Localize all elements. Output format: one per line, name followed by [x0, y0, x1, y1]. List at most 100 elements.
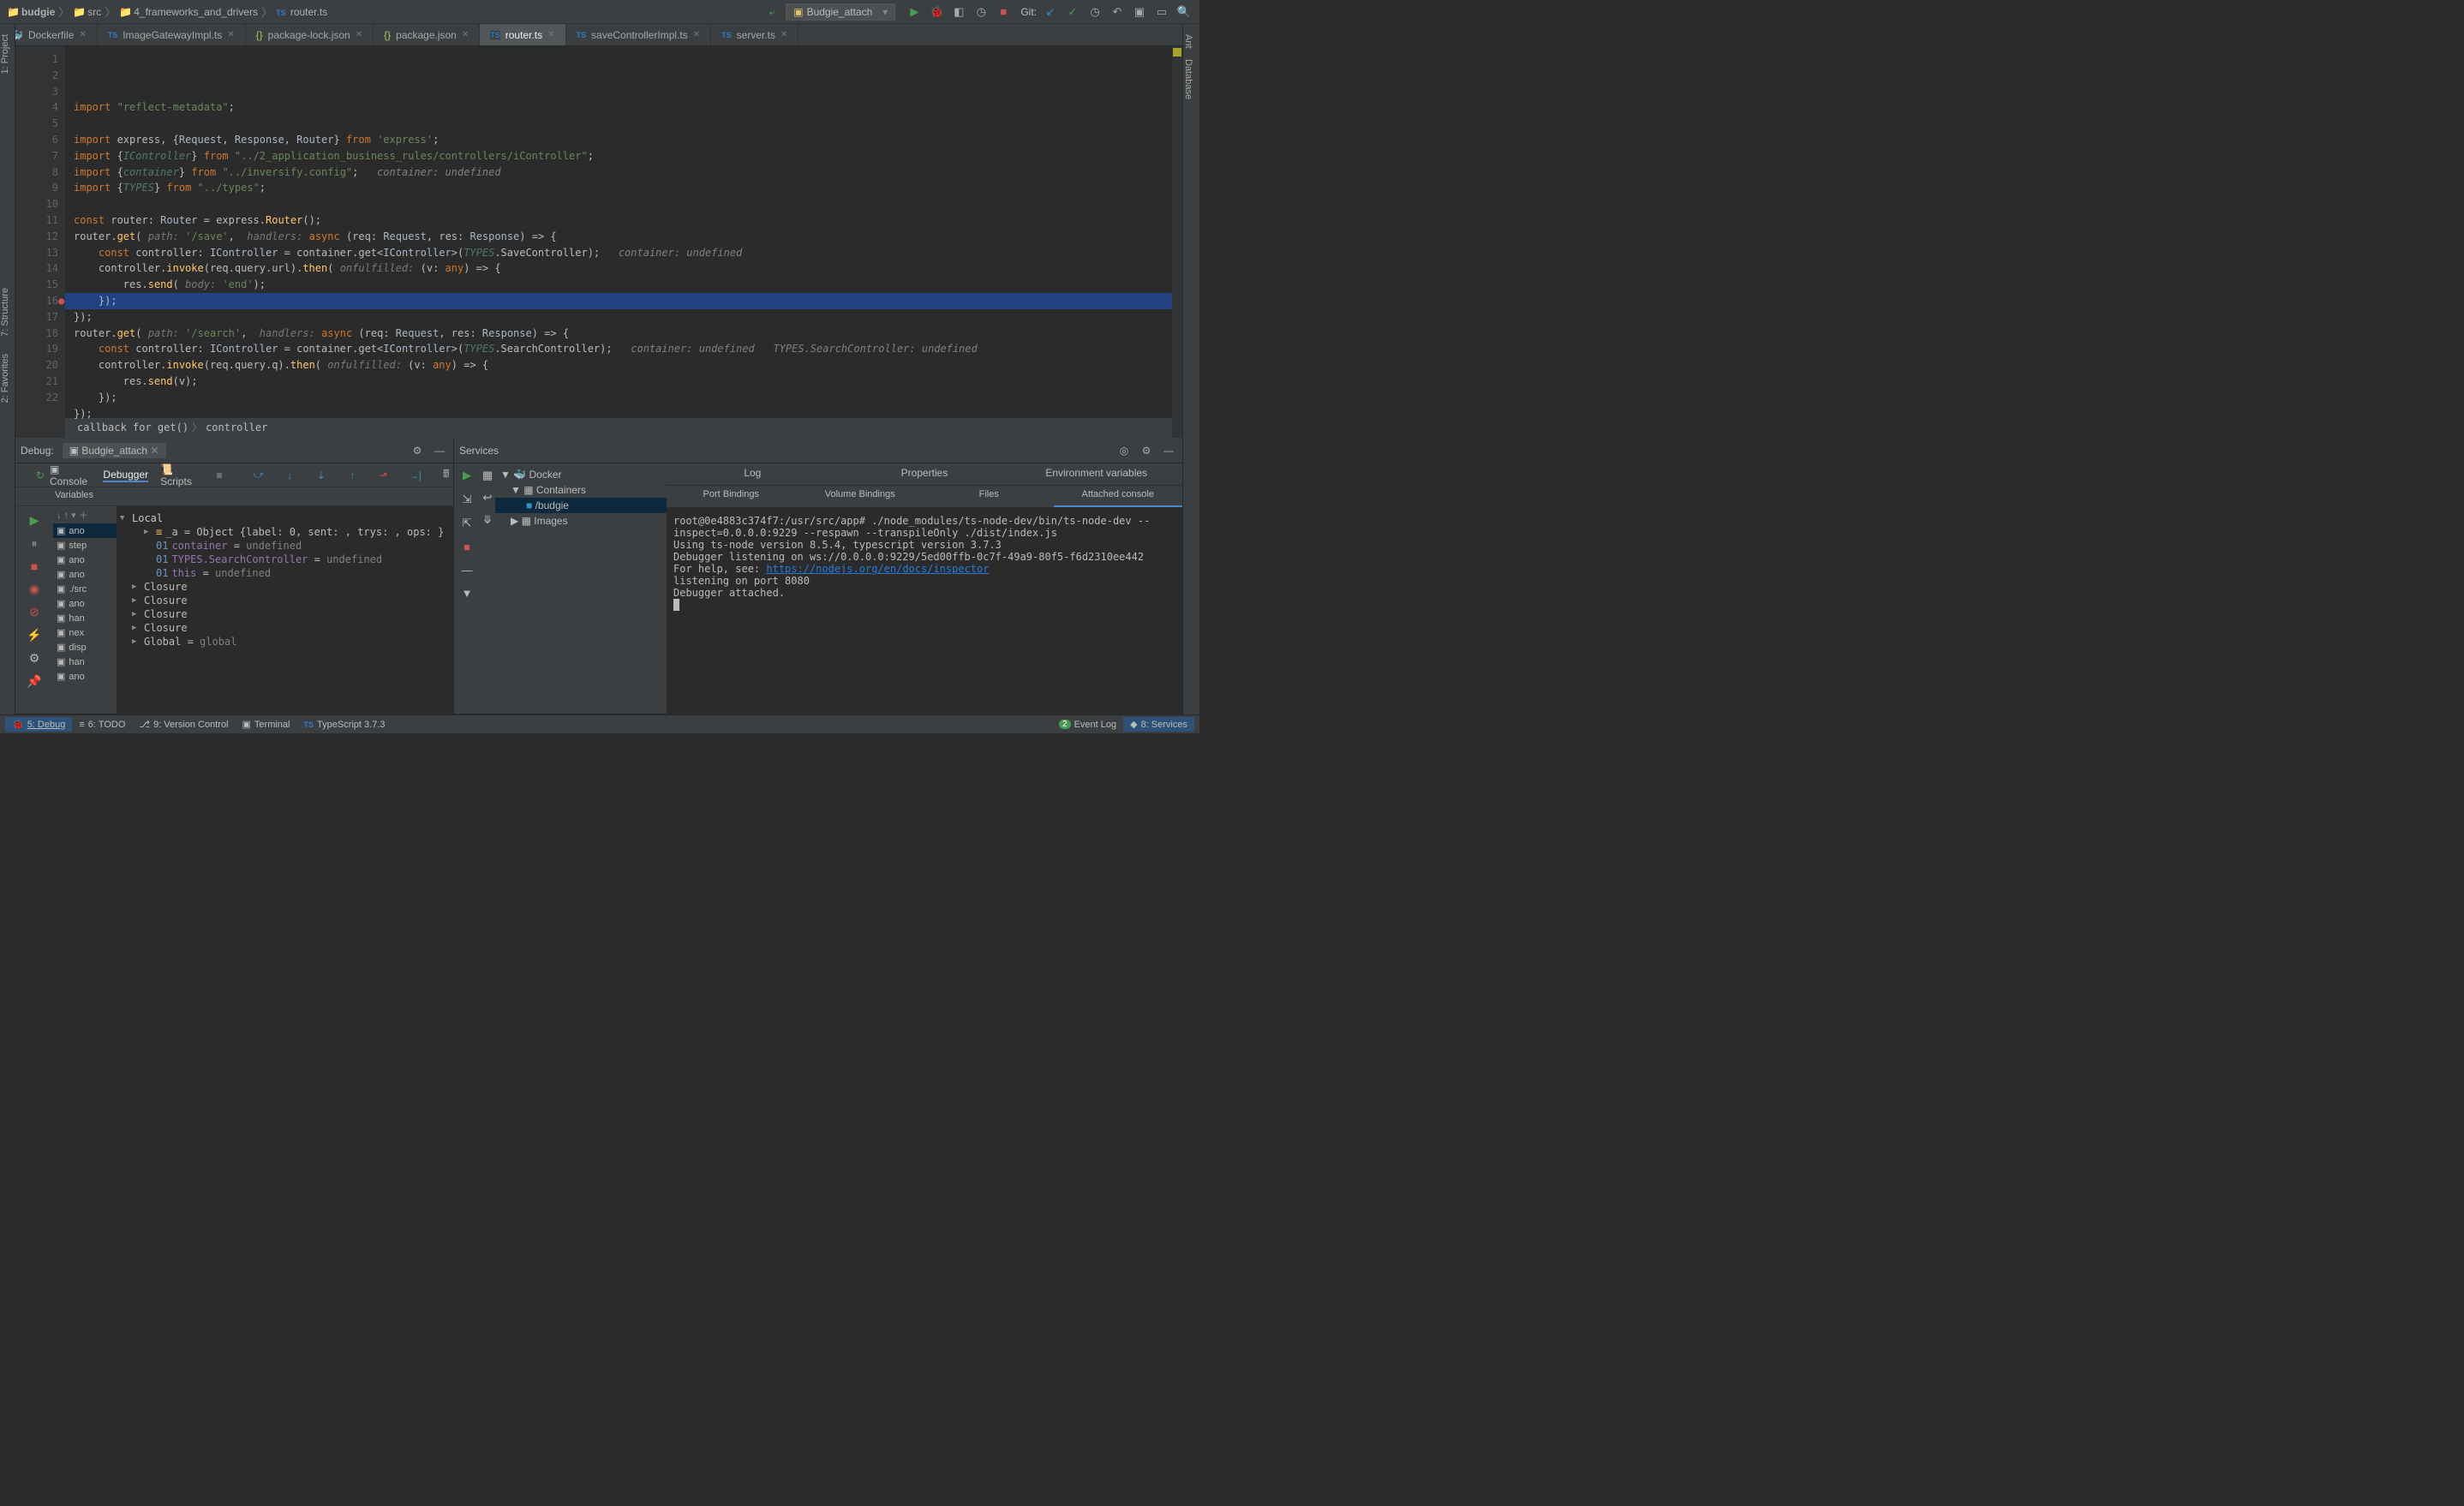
breadcrumbs[interactable]: 📁budgie 〉 📁src 〉 📁4_frameworks_and_drive… [7, 3, 327, 20]
breakpoint-icon[interactable]: ● [58, 293, 64, 309]
git-label: Git: [1020, 6, 1037, 18]
tab-package-lock[interactable]: {}package-lock.json✕ [246, 24, 374, 45]
git-rollback-icon[interactable]: ↶ [1109, 3, 1126, 21]
tab-imagegateway[interactable]: TSImageGatewayImpl.ts✕ [98, 24, 246, 45]
close-icon[interactable]: ✕ [693, 30, 700, 39]
debug-side-toolbar: ▶ ⏸ ■ ◉ ⊘ ⚡ ⚙ 📌 [15, 506, 53, 714]
services-tree[interactable]: ▼ 🐳 Docker ▼ ▦ Containers ■ /budgie ▶ ▦ … [495, 463, 667, 714]
close-icon[interactable]: ✕ [227, 30, 234, 39]
frames-list[interactable]: ↓ ↑ ▾ ＋ ▣ ano ▣ step ▣ ano ▣ ano ▣ ./src… [53, 506, 117, 714]
tab-env-vars[interactable]: Environment variables [1010, 463, 1182, 485]
debug-config-chip[interactable]: ▣ Budgie_attach ✕ [63, 443, 166, 458]
git-pull-icon[interactable]: ↙ [1042, 3, 1059, 21]
services-deploy-icon[interactable]: ◎ [1115, 442, 1133, 459]
tab-properties[interactable]: Properties [839, 463, 1011, 485]
scroll-icon[interactable]: ⤋ [483, 513, 493, 527]
pause-icon[interactable]: ⏸ [32, 536, 38, 551]
stop-icon[interactable]: ■ [995, 3, 1012, 21]
resume-icon[interactable]: ▶ [30, 513, 39, 528]
services-tool-window: Services ◎ ⚙ — ▶ ⇲ ⇱ ■ — ▼ ▦ ↩ ⤋ ▼ 🐳 Doc… [454, 438, 1182, 714]
gutter[interactable]: 12345678910111213141516171819202122 ● [15, 46, 65, 438]
run-icon[interactable]: ▶ [906, 3, 923, 21]
close-icon[interactable]: ✕ [79, 30, 86, 39]
variables-panel[interactable]: ▼Local ▶≡ _a = Object {label: 0, sent: ,… [117, 506, 453, 714]
ide-update-icon[interactable]: ▣ [1131, 3, 1148, 21]
editor-area: 12345678910111213141516171819202122 ● im… [15, 46, 1182, 438]
coverage-icon[interactable]: ◧ [950, 3, 967, 21]
close-icon[interactable]: ✕ [356, 30, 362, 39]
editor-tabs: 🐳Dockerfile✕ TSImageGatewayImpl.ts✕ {}pa… [0, 24, 1199, 46]
close-icon[interactable]: ✕ [462, 30, 469, 39]
run-config-selector[interactable]: ▣Budgie_attach▾ [786, 3, 895, 21]
debug-subtabs: ↻ ▣ Console Debugger 📜 Scripts ≡ ⤻ ↓ ⇣ ↑… [15, 463, 453, 487]
status-services[interactable]: ◆ 8: Services [1123, 717, 1194, 732]
tab-package-json[interactable]: {}package.json✕ [374, 24, 480, 45]
deploy-icon[interactable]: ▶ [463, 469, 471, 482]
tool-window-area: Debug: ▣ Budgie_attach ✕ ⚙ — ↻ ▣ Console… [15, 438, 1182, 714]
subtab-console[interactable]: ▣ Console [50, 463, 91, 487]
status-event-log[interactable]: 2 Event Log [1052, 718, 1123, 732]
tool-favorites[interactable]: 2: Favorites [0, 354, 10, 403]
status-terminal[interactable]: ▣ Terminal [236, 717, 297, 732]
drop-frame-icon[interactable]: ⬏ [377, 467, 392, 484]
view-breakpoints-icon[interactable]: ◉ [29, 582, 39, 596]
profile-icon[interactable]: ◷ [972, 3, 990, 21]
tool-ant[interactable]: Ant [1183, 34, 1193, 49]
subtab-debugger[interactable]: Debugger [103, 469, 148, 482]
tool-structure[interactable]: 7: Structure [0, 288, 10, 337]
settings-icon[interactable]: ⚙ [409, 442, 426, 459]
tab-volume-bindings[interactable]: Volume Bindings [796, 486, 925, 507]
tab-server[interactable]: TSserver.ts✕ [711, 24, 798, 45]
debug-tool-window: Debug: ▣ Budgie_attach ✕ ⚙ — ↻ ▣ Console… [15, 438, 454, 714]
git-commit-icon[interactable]: ✓ [1064, 3, 1081, 21]
code-editor[interactable]: import "reflect-metadata"; import expres… [65, 46, 1182, 438]
thread-dump-icon[interactable]: ⚡ [27, 628, 41, 642]
tab-router[interactable]: TSrouter.ts✕ [480, 24, 565, 45]
tab-port-bindings[interactable]: Port Bindings [667, 486, 796, 507]
rerun-icon[interactable]: ↻ [36, 469, 45, 481]
mute-breakpoints-icon[interactable]: ⊘ [29, 605, 39, 619]
step-over-icon[interactable]: ⤻ [252, 467, 266, 484]
status-vcs[interactable]: ⎇ 9: Version Control [132, 717, 235, 732]
soft-wrap-icon[interactable]: ↩ [483, 491, 493, 505]
debug-icon[interactable]: 🐞 [928, 3, 945, 21]
tool-database[interactable]: Database [1183, 59, 1193, 99]
tab-files[interactable]: Files [924, 486, 1054, 507]
close-icon[interactable]: ✕ [780, 30, 787, 39]
git-history-icon[interactable]: ◷ [1086, 3, 1103, 21]
status-debug[interactable]: 🐞5: Debug [5, 717, 72, 732]
pin-icon[interactable]: 📌 [27, 674, 41, 689]
layout-icon[interactable]: ≡ [216, 469, 222, 481]
subtab-scripts[interactable]: 📜 Scripts [160, 463, 199, 487]
tab-attached-console[interactable]: Attached console [1054, 486, 1183, 507]
filter-icon[interactable]: ▼ [462, 587, 473, 600]
close-icon[interactable]: ✕ [547, 30, 554, 39]
navigation-bar: 📁budgie 〉 📁src 〉 📁4_frameworks_and_drive… [0, 0, 1199, 24]
minimize-icon[interactable]: — [431, 442, 448, 459]
settings-icon[interactable]: ⚙ [29, 651, 40, 666]
tab-savecontroller[interactable]: TSsaveControllerImpl.ts✕ [566, 24, 712, 45]
search-everywhere-icon[interactable]: 🔍 [1175, 3, 1193, 21]
collapse-icon[interactable]: ⇱ [463, 517, 472, 530]
inspector-link[interactable]: https://nodejs.org/en/docs/inspector [766, 563, 989, 575]
expand-icon[interactable]: ⇲ [463, 493, 472, 506]
run-to-cursor-icon[interactable]: →| [408, 467, 422, 484]
variables-header: Variables [15, 487, 453, 506]
status-typescript[interactable]: TS TypeScript 3.7.3 [297, 718, 392, 732]
status-todo[interactable]: ≡ 6: TODO [72, 718, 132, 732]
stop-icon[interactable]: ■ [31, 559, 38, 573]
evaluate-icon[interactable]: 🖩 [440, 467, 454, 484]
build-icon[interactable]: ⤶ [763, 3, 780, 21]
step-into-icon[interactable]: ↓ [283, 467, 297, 484]
layout-icon[interactable]: ▦ [482, 469, 493, 482]
ide-structure-icon[interactable]: ▭ [1153, 3, 1170, 21]
tool-project[interactable]: 1: Project [0, 34, 10, 74]
attached-console[interactable]: root@0e4883c374f7:/usr/src/app# ./node_m… [667, 508, 1182, 714]
step-out-icon[interactable]: ↑ [345, 467, 360, 484]
stop-icon[interactable]: ■ [463, 541, 470, 553]
minimize-icon[interactable]: — [1160, 442, 1177, 459]
settings-icon[interactable]: ⚙ [1138, 442, 1155, 459]
force-step-into-icon[interactable]: ⇣ [314, 467, 329, 484]
tab-log[interactable]: Log [667, 463, 839, 485]
right-tool-strip: Ant Database [1182, 24, 1199, 714]
